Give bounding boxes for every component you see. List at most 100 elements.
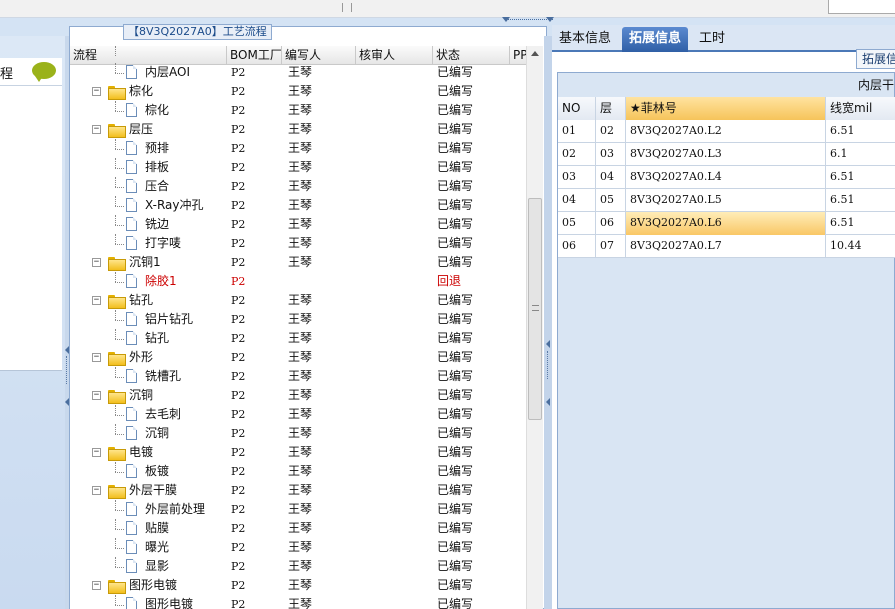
top-right-field[interactable] — [828, 0, 895, 14]
col-header-line-width[interactable]: 线宽mil — [826, 97, 895, 120]
tree-line — [115, 149, 124, 150]
writer: 王琴 — [288, 350, 313, 364]
splitter-handle[interactable] — [547, 351, 550, 379]
collapse-down-icon[interactable] — [546, 17, 554, 22]
writer: 王琴 — [288, 198, 313, 212]
bom-factory: P2 — [231, 427, 246, 440]
table-row[interactable]: 压合 P2 王琴 已编写 — [70, 177, 526, 196]
collapse-toggle-icon[interactable]: − — [92, 125, 101, 134]
table-row[interactable]: 外层前处理 P2 王琴 已编写 — [70, 500, 526, 519]
table-row[interactable]: 去毛刺 P2 王琴 已编写 — [70, 405, 526, 424]
table-row[interactable]: − 层压 P2 王琴 已编写 — [70, 120, 526, 139]
table-row[interactable]: 板镀 P2 王琴 已编写 — [70, 462, 526, 481]
collapse-toggle-icon[interactable]: − — [92, 87, 101, 96]
scroll-thumb[interactable] — [528, 198, 542, 420]
tree-line — [115, 168, 124, 169]
table-row[interactable]: 显影 P2 王琴 已编写 — [70, 557, 526, 576]
table-row[interactable]: X-Ray冲孔 P2 王琴 已编写 — [70, 196, 526, 215]
collapse-toggle-icon[interactable]: − — [92, 581, 101, 590]
extended-info-button[interactable]: 拓展信 — [856, 49, 895, 69]
writer: 王琴 — [288, 464, 313, 478]
table-row[interactable]: − 图形电镀 P2 王琴 已编写 — [70, 576, 526, 595]
collapse-toggle-icon[interactable]: − — [92, 391, 101, 400]
table-row[interactable]: 贴膜 P2 王琴 已编写 — [70, 519, 526, 538]
bom-factory: P2 — [231, 446, 246, 459]
collapse-left-icon[interactable] — [546, 398, 550, 406]
collapse-left-icon[interactable] — [546, 340, 550, 348]
bom-factory: P2 — [231, 199, 246, 212]
tree-line — [115, 567, 124, 568]
table-row[interactable]: 铣槽孔 P2 王琴 已编写 — [70, 367, 526, 386]
status: 回退 — [437, 274, 462, 288]
status: 已编写 — [437, 122, 474, 136]
step-name: 外形 — [129, 350, 154, 364]
col-header-layer[interactable]: 层 — [596, 97, 626, 120]
collapse-toggle-icon[interactable]: − — [92, 448, 101, 457]
bom-factory: P2 — [231, 161, 246, 174]
tree-line — [115, 101, 116, 111]
step-name: 压合 — [145, 179, 170, 193]
table-row[interactable]: 棕化 P2 王琴 已编写 — [70, 101, 526, 120]
vertical-scrollbar[interactable] — [526, 46, 543, 609]
film-cell-layer: 02 — [596, 120, 626, 143]
film-cell-width: 6.51 — [826, 120, 895, 143]
document-icon — [126, 521, 137, 535]
tree-line — [115, 510, 124, 511]
table-row[interactable]: 打字唛 P2 王琴 已编写 — [70, 234, 526, 253]
collapse-down-icon[interactable] — [502, 17, 510, 22]
document-icon — [126, 312, 137, 326]
film-row[interactable]: 06 07 8V3Q2027A0.L7 10.44 — [558, 235, 895, 258]
tree-line — [115, 519, 116, 529]
film-row[interactable]: 01 02 8V3Q2027A0.L2 6.51 — [558, 120, 895, 143]
status: 已编写 — [437, 388, 474, 402]
document-icon — [126, 179, 137, 193]
collapse-toggle-icon[interactable]: − — [92, 486, 101, 495]
table-row[interactable]: 图形电镀 P2 王琴 已编写 — [70, 595, 526, 609]
table-row[interactable]: 曝光 P2 王琴 已编写 — [70, 538, 526, 557]
document-icon — [126, 559, 137, 573]
tab-extended-info[interactable]: 拓展信息 — [622, 27, 689, 52]
document-icon — [126, 141, 137, 155]
table-row[interactable]: 内层AOI P2 王琴 已编写 — [70, 63, 526, 82]
scroll-up-icon[interactable] — [531, 51, 539, 56]
film-cell-layer: 07 — [596, 235, 626, 258]
table-row[interactable]: − 沉铜 P2 王琴 已编写 — [70, 386, 526, 405]
table-row[interactable]: 排板 P2 王琴 已编写 — [70, 158, 526, 177]
table-row[interactable]: 预排 P2 王琴 已编写 — [70, 139, 526, 158]
writer: 王琴 — [288, 141, 313, 155]
grip-icon[interactable] — [342, 3, 352, 12]
film-row[interactable]: 04 05 8V3Q2027A0.L5 6.51 — [558, 189, 895, 212]
status: 已编写 — [437, 236, 474, 250]
collapse-toggle-icon[interactable]: − — [92, 353, 101, 362]
table-row[interactable]: 沉铜 P2 王琴 已编写 — [70, 424, 526, 443]
table-row[interactable]: 铝片钻孔 P2 王琴 已编写 — [70, 310, 526, 329]
table-row[interactable]: 除胶1 P2 回退 — [70, 272, 526, 291]
table-row[interactable]: − 外层干膜 P2 王琴 已编写 — [70, 481, 526, 500]
film-row[interactable]: 02 03 8V3Q2027A0.L3 6.1 — [558, 143, 895, 166]
chat-bubble-icon[interactable] — [32, 62, 56, 82]
film-cell-film: 8V3Q2027A0.L5 — [626, 189, 826, 212]
table-row[interactable]: − 棕化 P2 王琴 已编写 — [70, 82, 526, 101]
film-row[interactable]: 03 04 8V3Q2027A0.L4 6.51 — [558, 166, 895, 189]
film-row[interactable]: 05 06 8V3Q2027A0.L6 6.51 — [558, 212, 895, 235]
step-name: 预排 — [145, 141, 170, 155]
col-header-no[interactable]: NO — [558, 97, 596, 120]
writer: 王琴 — [288, 388, 313, 402]
tab-basic-info[interactable]: 基本信息 — [552, 27, 618, 52]
table-row[interactable]: − 电镀 P2 王琴 已编写 — [70, 443, 526, 462]
film-cell-width: 6.51 — [826, 212, 895, 235]
status: 已编写 — [437, 160, 474, 174]
table-row[interactable]: 铣边 P2 王琴 已编写 — [70, 215, 526, 234]
right-splitter[interactable] — [544, 36, 552, 609]
tab-work-hours[interactable]: 工时 — [692, 27, 732, 52]
tree-line — [115, 272, 116, 282]
table-row[interactable]: − 沉铜1 P2 王琴 已编写 — [70, 253, 526, 272]
collapse-toggle-icon[interactable]: − — [92, 258, 101, 267]
col-header-film[interactable]: ★菲林号 — [626, 97, 826, 120]
table-row[interactable]: − 钻孔 P2 王琴 已编写 — [70, 291, 526, 310]
film-table-title: 内层干 — [857, 78, 894, 92]
collapse-toggle-icon[interactable]: − — [92, 296, 101, 305]
table-row[interactable]: − 外形 P2 王琴 已编写 — [70, 348, 526, 367]
table-row[interactable]: 钻孔 P2 王琴 已编写 — [70, 329, 526, 348]
writer: 王琴 — [288, 160, 313, 174]
